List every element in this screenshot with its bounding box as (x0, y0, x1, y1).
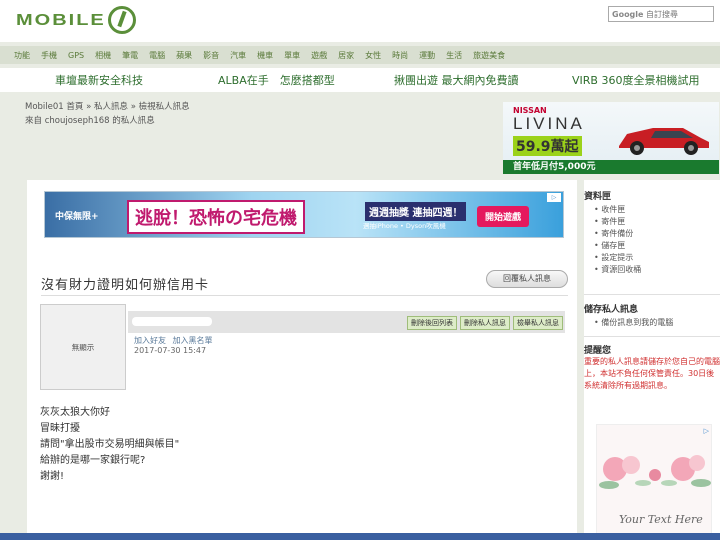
folder-settings[interactable]: 設定提示 (594, 252, 641, 264)
ad-model: LIVINA (513, 114, 585, 133)
message-title: 沒有財力證明如何辦信用卡 (41, 278, 210, 293)
avatar: 無顯示 (40, 304, 126, 390)
banner-sponsor: 中保無限+ (55, 212, 99, 222)
breadcrumb-sep: » (130, 102, 136, 112)
ad-choices-icon[interactable]: ▷ (704, 427, 709, 435)
nav-item[interactable]: 電腦 (149, 50, 165, 61)
notice-text: 重要的私人訊息請儲存於您自己的電腦上，本站不負任何保管責任。30日後系統清除所有… (584, 357, 720, 390)
folder-trash[interactable]: 資源回收桶 (594, 264, 641, 276)
add-friend-link[interactable]: 加入好友 (134, 336, 166, 345)
nav-item[interactable]: 生活 (446, 50, 462, 61)
promo-link[interactable]: 揪團出遊 最大網內免費讀 (394, 72, 519, 88)
message-header: 刪除後回列表 刪除私人訊息 檢舉私人訊息 (128, 311, 565, 333)
folder-label[interactable]: 資源回收桶 (601, 265, 641, 274)
search-input[interactable]: Google 自訂搜尋 (608, 6, 714, 22)
folder-outbox[interactable]: 寄件匣 (594, 216, 641, 228)
ad-price: 59.9萬起 (513, 136, 582, 156)
message-panel: ▷ 中保無限+ 逃脫！恐怖の宅危機 週週抽獎 連抽四週！ 週抽iPhone • … (27, 180, 577, 540)
nissan-ad[interactable]: NISSAN LIVINA 59.9萬起 首年低月付5,000元 (503, 102, 719, 174)
reply-button[interactable]: 回覆私人訊息 (486, 270, 568, 288)
search-placeholder: 自訂搜尋 (646, 10, 678, 19)
ad-monthly: 首年低月付5,000元 (503, 160, 719, 174)
promo-link[interactable]: 車壇最新安全科技 (55, 72, 143, 88)
message-timestamp: 2017-07-30 15:47 (134, 346, 207, 355)
breadcrumb-sep: » (86, 102, 92, 112)
folder-label[interactable]: 收件匣 (601, 205, 625, 214)
flower-ad[interactable]: ▷ Your Text Here (596, 424, 712, 540)
nav-item[interactable]: 功能 (14, 50, 30, 61)
divider (584, 294, 720, 295)
breadcrumb-pm[interactable]: 私人訊息 (94, 102, 128, 112)
report-message-button[interactable]: 檢舉私人訊息 (513, 316, 563, 330)
divider (41, 295, 568, 296)
folders-heading: 資料匣 (584, 192, 612, 202)
nav-item[interactable]: 影音 (203, 50, 219, 61)
nav-item[interactable]: 筆電 (122, 50, 138, 61)
banner-cta-button[interactable]: 開始遊戲 (477, 206, 530, 227)
taskbar (0, 533, 720, 540)
nav-item[interactable]: 單車 (284, 50, 300, 61)
save-heading: 儲存私人訊息 (584, 305, 639, 315)
delete-message-button[interactable]: 刪除私人訊息 (460, 316, 510, 330)
folder-label[interactable]: 設定提示 (601, 253, 633, 262)
message-line: 冒昧打擾 (40, 423, 80, 434)
nav-item[interactable]: 蘋果 (176, 50, 192, 61)
banner-prizes: 週抽iPhone • Dyson吹風機 (363, 222, 446, 230)
promo-link[interactable]: ALBA在手 怎麼搭都型 (218, 72, 335, 88)
save-list: 備份訊息到我的電腦 (594, 317, 673, 329)
backup-item[interactable]: 備份訊息到我的電腦 (594, 317, 673, 329)
logo-text: MOBILE (16, 10, 106, 29)
nav-item[interactable]: 運動 (419, 50, 435, 61)
breadcrumb-current: 檢視私人訊息 (138, 102, 190, 112)
nav-item[interactable]: 時尚 (392, 50, 408, 61)
folder-label[interactable]: 寄件備份 (601, 229, 633, 238)
nav-item[interactable]: 機車 (257, 50, 273, 61)
breadcrumb-home[interactable]: Mobile01 首頁 (25, 102, 83, 112)
site-logo[interactable]: MOBILE (16, 6, 136, 34)
backup-link[interactable]: 備份訊息到我的電腦 (601, 318, 673, 327)
nav-item[interactable]: 汽車 (230, 50, 246, 61)
breadcrumb: Mobile01 首頁 » 私人訊息 » 檢視私人訊息 來自 choujosep… (25, 100, 190, 128)
car-image (619, 128, 709, 155)
site-header: MOBILE Google 自訂搜尋 (0, 0, 720, 42)
message-line: 請問"拿出股市交易明細與帳目" (40, 439, 180, 450)
message-line: 謝謝! (40, 471, 65, 482)
search-brand: Google (612, 10, 644, 19)
delete-return-button[interactable]: 刪除後回列表 (407, 316, 457, 330)
sender-name-redacted (132, 317, 212, 326)
flower-image (599, 455, 711, 489)
folder-label[interactable]: 儲存匣 (601, 241, 625, 250)
message-from: 來自 choujoseph168 的私人訊息 (25, 116, 155, 126)
block-user-link[interactable]: 加入黑名單 (173, 336, 213, 345)
message-body: 灰灰太狼大你好 冒昧打擾 請問"拿出股市交易明細與帳目" 給辦的是哪一家銀行呢?… (40, 405, 179, 485)
promo-banner-ad[interactable]: ▷ 中保無限+ 逃脫！恐怖の宅危機 週週抽獎 連抽四週！ 週抽iPhone • … (44, 191, 564, 238)
sender-links: 加入好友 加入黑名單 (134, 335, 217, 346)
notice-heading: 提醒您 (584, 346, 612, 356)
promo-link[interactable]: VIRB 360度全景相機試用 (572, 72, 699, 88)
main-nav: 功能 手機 GPS 相機 筆電 電腦 蘋果 影音 汽車 機車 單車 遊戲 居家 … (0, 46, 720, 64)
promo-bar: 車壇最新安全科技 ALBA在手 怎麼搭都型 揪團出遊 最大網內免費讀 VIRB … (0, 68, 720, 92)
banner-campaign: 週週抽獎 連抽四週！ (365, 202, 467, 221)
folder-inbox[interactable]: 收件匣 (594, 204, 641, 216)
nav-item[interactable]: 遊戲 (311, 50, 327, 61)
folder-list: 收件匣 寄件匣 寄件備份 儲存匣 設定提示 資源回收桶 (594, 204, 641, 276)
divider (584, 336, 720, 337)
nav-item[interactable]: 手機 (41, 50, 57, 61)
folder-label[interactable]: 寄件匣 (601, 217, 625, 226)
ad-choices-icon[interactable]: ▷ (547, 193, 561, 202)
message-line: 給辦的是哪一家銀行呢? (40, 455, 146, 466)
folder-sent-backup[interactable]: 寄件備份 (594, 228, 641, 240)
logo-mark-icon (107, 6, 136, 34)
nav-item[interactable]: GPS (68, 51, 84, 60)
flower-ad-text: Your Text Here (619, 513, 703, 526)
message-line: 灰灰太狼大你好 (40, 407, 110, 418)
nav-item[interactable]: 旅遊美食 (473, 50, 505, 61)
nav-item[interactable]: 女性 (365, 50, 381, 61)
folder-saved[interactable]: 儲存匣 (594, 240, 641, 252)
banner-headline: 逃脫！恐怖の宅危機 (127, 200, 305, 234)
message-actions: 刪除後回列表 刪除私人訊息 檢舉私人訊息 (407, 316, 563, 330)
nav-item[interactable]: 相機 (95, 50, 111, 61)
nav-item[interactable]: 居家 (338, 50, 354, 61)
